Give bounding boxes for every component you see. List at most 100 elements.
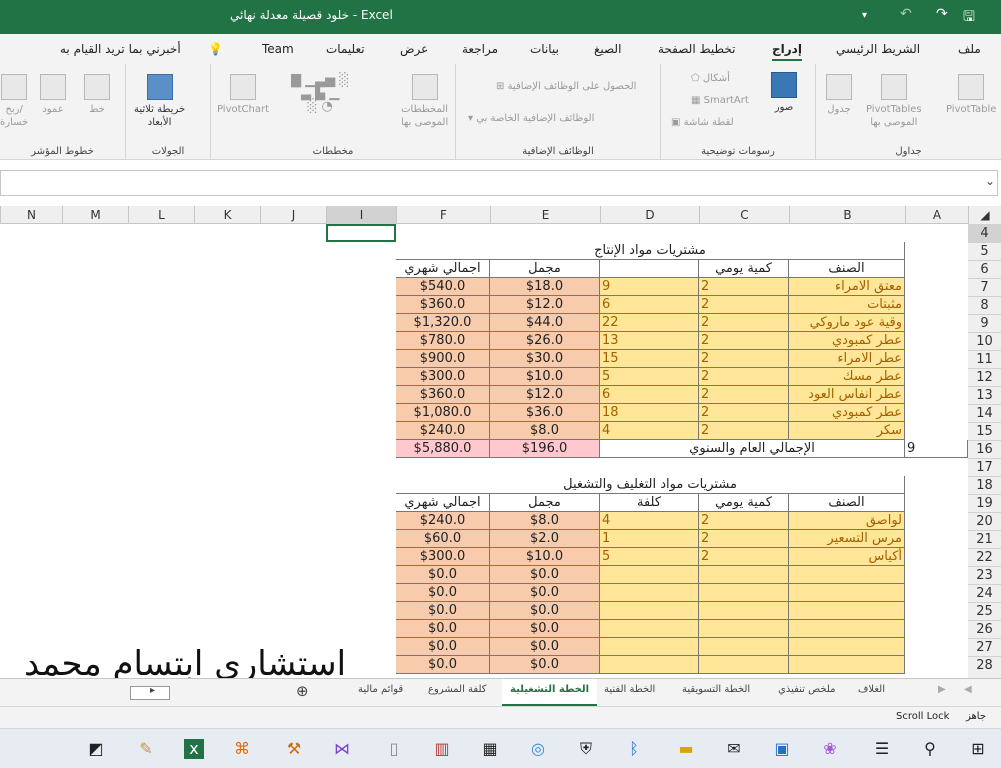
shapes-button[interactable]: ⬠ أشكال — [691, 72, 730, 85]
sheet-tab-exec-summary[interactable]: ملخص تنفيذي — [778, 684, 836, 695]
chart-types-grid[interactable]: ▇ ▁▃▅ ░ ▃ ▙ ▁ ░ ◔ — [291, 74, 349, 113]
security-shield-icon[interactable]: ⛨ — [576, 739, 596, 759]
search-icon[interactable]: ⚲ — [920, 739, 940, 759]
table1-value-cell[interactable]: 4 — [600, 422, 699, 440]
task-view-icon[interactable]: ☰ — [872, 739, 892, 759]
table1-monthly-cell[interactable]: $900.0 — [396, 350, 490, 368]
table2-total-cell[interactable]: $0.0 — [490, 566, 600, 584]
table1-title[interactable]: مشتريات مواد الإنتاج — [396, 242, 905, 260]
row-header[interactable]: 18 — [968, 476, 1001, 494]
table2-qty-cell[interactable] — [699, 656, 789, 674]
table1-total-cell[interactable]: $26.0 — [490, 332, 600, 350]
row-header[interactable]: 25 — [968, 602, 1001, 620]
photos-icon[interactable]: ◩ — [86, 739, 106, 759]
sheet-tab-cover[interactable]: الغلاف — [858, 684, 885, 695]
scroll-tabs-next-icon[interactable]: ▶ — [938, 684, 946, 695]
table2-total-cell[interactable]: $8.0 — [490, 512, 600, 530]
tab-file[interactable]: ملف — [958, 42, 981, 56]
table1-total-cell[interactable]: $44.0 — [490, 314, 600, 332]
table2-header-monthly[interactable]: اجمالي شهري — [396, 494, 490, 512]
table2-item-cell[interactable] — [789, 620, 905, 638]
table1-value-cell[interactable]: 13 — [600, 332, 699, 350]
column-header[interactable]: A — [905, 206, 968, 224]
table1-total-cell[interactable]: $30.0 — [490, 350, 600, 368]
table1-qty-cell[interactable]: 2 — [699, 278, 789, 296]
row-header[interactable]: 16 — [968, 440, 1001, 458]
3d-map-button[interactable]: خريطة ثلاثية الأبعاد — [134, 74, 185, 129]
table2-qty-cell[interactable] — [699, 602, 789, 620]
table1-grand-monthly[interactable]: $5,880.0 — [396, 440, 490, 458]
table1-monthly-cell[interactable]: $780.0 — [396, 332, 490, 350]
sparkline-line-button[interactable]: خط — [84, 74, 110, 116]
expand-formula-icon[interactable]: ⌄ — [985, 174, 995, 188]
table1-value-cell[interactable]: 5 — [600, 368, 699, 386]
table2-qty-cell[interactable]: 2 — [699, 548, 789, 566]
pivottable-button[interactable]: PivotTable — [946, 74, 996, 116]
row-header[interactable]: 26 — [968, 620, 1001, 638]
table2-item-cell[interactable] — [789, 656, 905, 674]
select-all-corner[interactable]: ◢ — [968, 206, 1001, 224]
column-header[interactable]: C — [699, 206, 789, 224]
smartart-button[interactable]: ▦ SmartArt — [691, 94, 749, 107]
row-header[interactable]: 28 — [968, 656, 1001, 674]
table1-monthly-cell[interactable]: $360.0 — [396, 386, 490, 404]
file-explorer-icon[interactable]: ▬ — [676, 739, 696, 759]
table2-qty-cell[interactable]: 2 — [699, 512, 789, 530]
table2-total-cell[interactable]: $0.0 — [490, 620, 600, 638]
table1-item-cell[interactable]: عطر كمبودي — [789, 332, 905, 350]
table1-value-cell[interactable]: 15 — [600, 350, 699, 368]
table1-item-cell[interactable]: سكر — [789, 422, 905, 440]
row-header[interactable]: 27 — [968, 638, 1001, 656]
row-header[interactable]: 8 — [968, 296, 1001, 314]
table1-monthly-cell[interactable]: $540.0 — [396, 278, 490, 296]
table1-total-cell[interactable]: $18.0 — [490, 278, 600, 296]
table2-item-cell[interactable] — [789, 584, 905, 602]
column-header[interactable]: D — [600, 206, 699, 224]
xampp-icon[interactable]: ⌘ — [232, 739, 252, 759]
row-header[interactable]: 20 — [968, 512, 1001, 530]
column-header[interactable]: N — [0, 206, 62, 224]
table2-qty-cell[interactable]: 2 — [699, 530, 789, 548]
sheet-tab-technical[interactable]: الخطة الفنية — [604, 684, 655, 695]
table1-qty-cell[interactable]: 2 — [699, 350, 789, 368]
table1-header-qty[interactable]: كمية يومي — [699, 260, 789, 278]
table2-cost-cell[interactable] — [600, 620, 699, 638]
table1-header-total[interactable]: مجمل — [490, 260, 600, 278]
table2-total-cell[interactable]: $0.0 — [490, 584, 600, 602]
table2-header-cost[interactable]: كلفة — [600, 494, 699, 512]
formula-input[interactable] — [0, 170, 998, 196]
table2-item-cell[interactable] — [789, 638, 905, 656]
table1-qty-cell[interactable]: 2 — [699, 296, 789, 314]
sheet-tab-project-cost[interactable]: كلفة المشروع — [428, 684, 487, 695]
table1-header-item[interactable]: الصنف — [789, 260, 905, 278]
table1-qty-cell[interactable]: 2 — [699, 386, 789, 404]
row-header[interactable]: 11 — [968, 350, 1001, 368]
table1-value-cell[interactable]: 9 — [600, 278, 699, 296]
table2-qty-cell[interactable] — [699, 638, 789, 656]
row-header[interactable]: 6 — [968, 260, 1001, 278]
table1-item-cell[interactable]: عطر انفاس العود — [789, 386, 905, 404]
qat-dropdown-icon[interactable]: ▾ — [862, 10, 867, 21]
table2-monthly-cell[interactable]: $0.0 — [396, 602, 490, 620]
table1-qty-cell[interactable]: 2 — [699, 422, 789, 440]
table2-cost-cell[interactable]: 1 — [600, 530, 699, 548]
table1-qty-cell[interactable]: 2 — [699, 332, 789, 350]
table2-monthly-cell[interactable]: $0.0 — [396, 638, 490, 656]
table2-cost-cell[interactable] — [600, 566, 699, 584]
save-icon[interactable]: 🖫 — [963, 6, 975, 30]
table2-qty-cell[interactable] — [699, 620, 789, 638]
table2-cost-cell[interactable] — [600, 584, 699, 602]
table1-item-cell[interactable]: مثبتات — [789, 296, 905, 314]
row-header[interactable]: 21 — [968, 530, 1001, 548]
tab-page-layout[interactable]: تخطيط الصفحة — [658, 42, 735, 56]
tell-me-box[interactable]: أخبرني بما تريد القيام به — [60, 42, 181, 56]
table1-monthly-cell[interactable]: $1,080.0 — [396, 404, 490, 422]
column-header[interactable]: F — [396, 206, 490, 224]
tab-home[interactable]: الشريط الرئيسي — [836, 42, 920, 56]
my-addins-button[interactable]: ▾ الوظائف الإضافية الخاصة بي — [468, 112, 594, 125]
copilot-icon[interactable]: ❀ — [820, 739, 840, 759]
table2-cost-cell[interactable] — [600, 656, 699, 674]
row-header[interactable]: 24 — [968, 584, 1001, 602]
table1-monthly-cell[interactable]: $1,320.0 — [396, 314, 490, 332]
column-header[interactable]: I — [326, 206, 396, 224]
